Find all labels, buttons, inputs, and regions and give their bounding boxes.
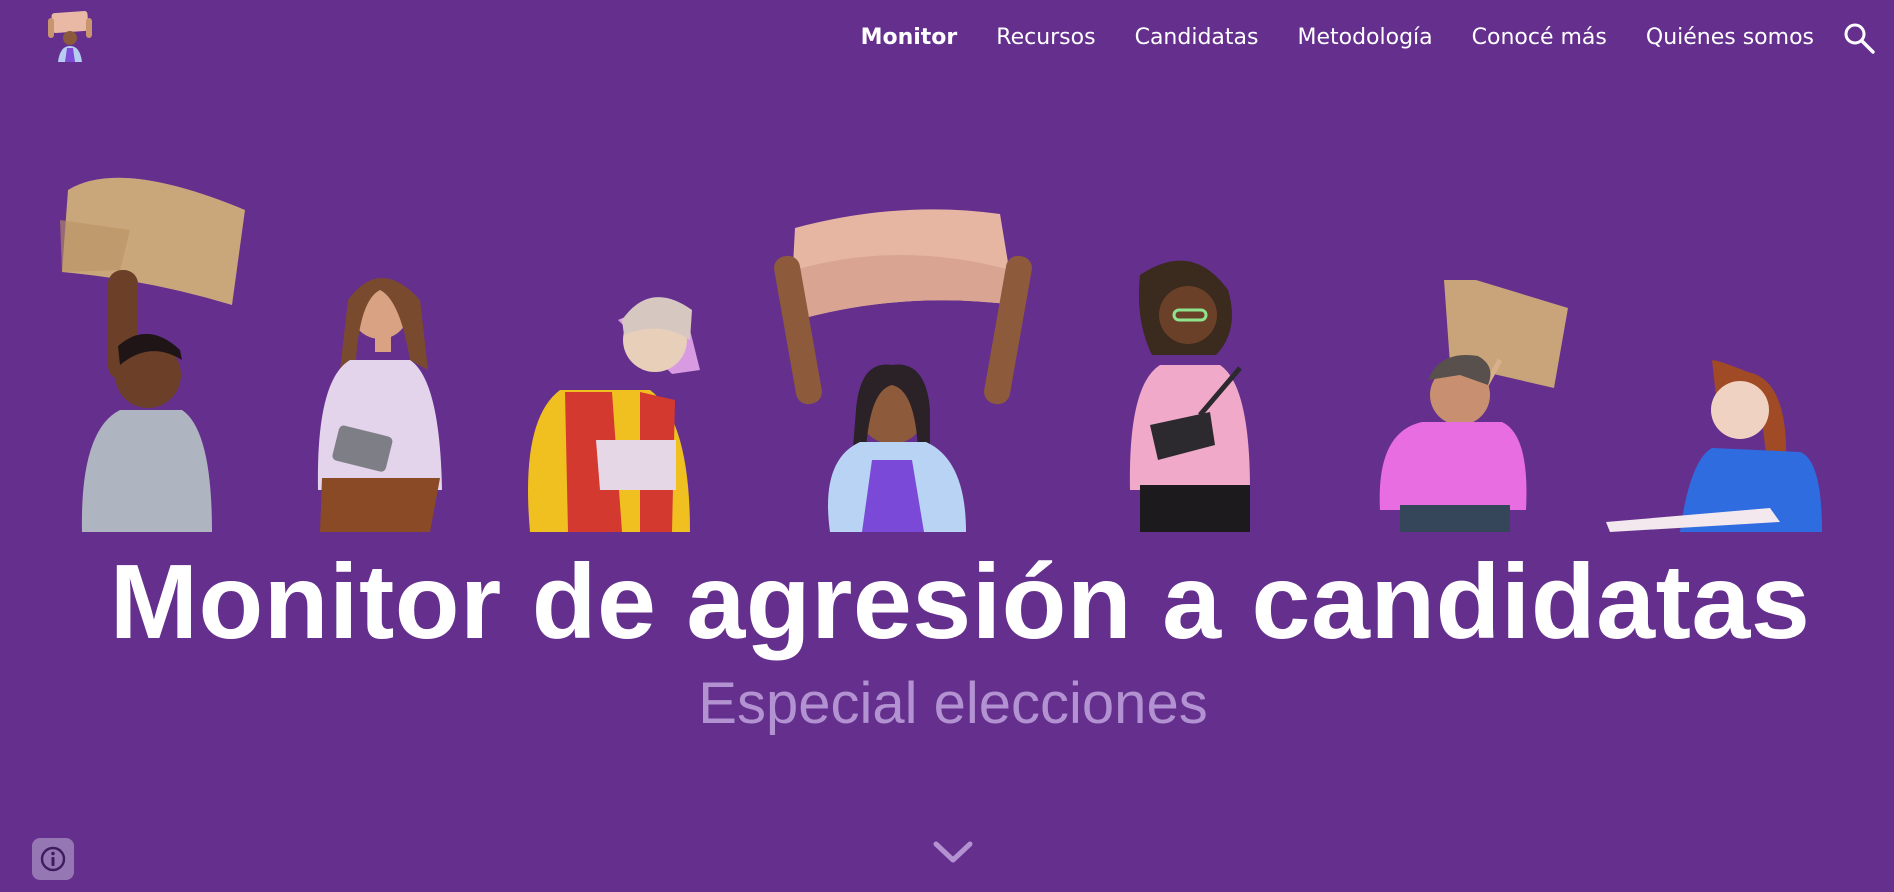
nav-item-metodologia[interactable]: Metodología bbox=[1297, 22, 1432, 54]
illustration-woman-1 bbox=[60, 177, 245, 532]
illustration-woman-6 bbox=[1379, 280, 1568, 532]
nav-item-candidatas[interactable]: Candidatas bbox=[1135, 22, 1259, 54]
site-logo[interactable] bbox=[46, 10, 94, 62]
chevron-down-icon[interactable] bbox=[930, 836, 976, 866]
hero-title: Monitor de agresión a candidatas bbox=[109, 543, 1811, 661]
hero-illustration bbox=[60, 177, 1822, 532]
info-button[interactable] bbox=[32, 838, 74, 880]
hero-subtitle: Especial elecciones bbox=[698, 671, 1208, 736]
main-nav: Monitor Recursos Candidatas Metodología … bbox=[861, 22, 1814, 54]
nav-item-monitor[interactable]: Monitor bbox=[861, 22, 958, 54]
search-icon[interactable] bbox=[1842, 21, 1876, 55]
info-icon bbox=[40, 846, 66, 872]
illustration-woman-2 bbox=[317, 278, 442, 532]
illustration-woman-4 bbox=[774, 209, 1032, 532]
nav-item-quienes-somos[interactable]: Quiénes somos bbox=[1646, 22, 1814, 54]
illustration-woman-5 bbox=[1129, 260, 1250, 532]
illustration-woman-7 bbox=[1606, 360, 1822, 532]
nav-item-conoce-mas[interactable]: Conocé más bbox=[1472, 22, 1607, 54]
illustration-woman-3 bbox=[528, 297, 700, 532]
nav-item-recursos[interactable]: Recursos bbox=[996, 22, 1095, 54]
